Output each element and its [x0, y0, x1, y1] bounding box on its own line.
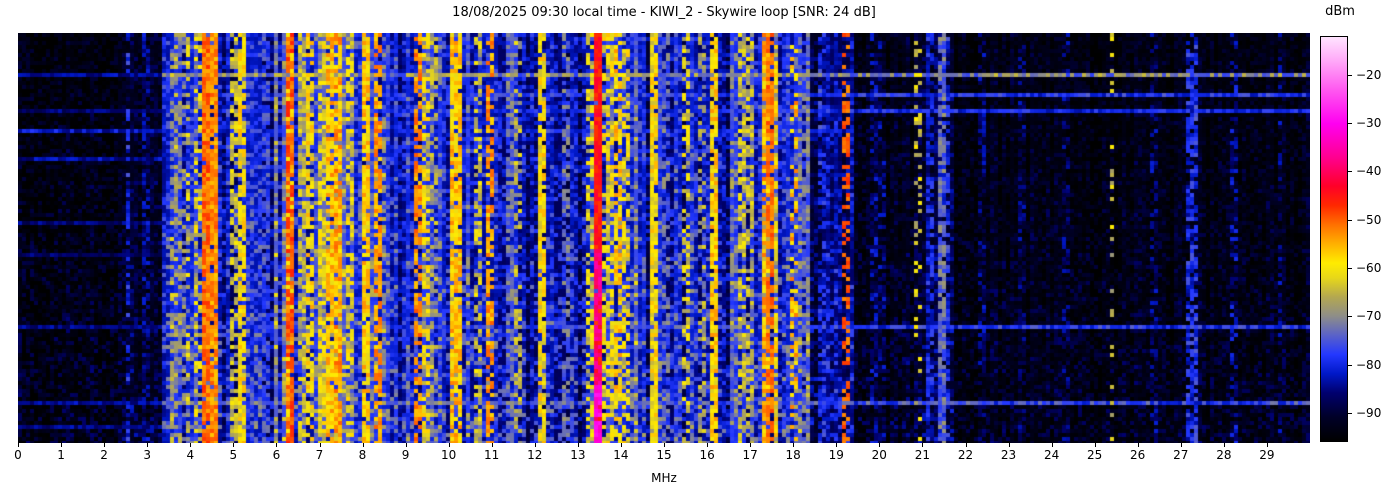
x-tick-mark [707, 443, 709, 447]
x-tick-label: 23 [1000, 448, 1017, 462]
x-tick-mark [1223, 443, 1225, 447]
x-tick-mark [405, 443, 407, 447]
x-tick-label: 27 [1173, 448, 1189, 462]
x-tick-label: 4 [186, 448, 195, 462]
x-tick-label: 26 [1130, 448, 1146, 462]
x-tick-mark [836, 443, 838, 447]
x-tick-label: 10 [441, 448, 457, 462]
x-tick-label: 5 [229, 448, 238, 462]
x-tick-label: 16 [699, 448, 715, 462]
x-tick-label: 25 [1087, 448, 1103, 462]
colorbar-tick-mark [1348, 74, 1352, 76]
colorbar-tick-label: −90 [1356, 406, 1382, 420]
x-tick-label: 18 [785, 448, 801, 462]
colorbar-tick-label: −80 [1356, 357, 1382, 372]
x-tick-mark [922, 443, 924, 447]
x-tick-mark [1051, 443, 1053, 447]
x-tick-label: 19 [828, 448, 844, 462]
x-tick-mark [1008, 443, 1010, 447]
x-tick-label: 7 [315, 448, 324, 462]
x-tick-label: 24 [1043, 448, 1060, 462]
x-tick-label: 8 [358, 448, 367, 462]
x-tick-mark [491, 443, 493, 447]
x-tick-mark [18, 443, 19, 447]
colorbar-tick-label: −20 [1356, 67, 1382, 82]
x-tick-label: 2 [100, 448, 108, 462]
x-tick-label: 9 [401, 448, 410, 462]
x-tick-label: 1 [57, 448, 65, 462]
x-tick-label: 6 [272, 448, 281, 462]
x-tick-label: 13 [570, 448, 586, 462]
x-axis-label: MHz [651, 471, 677, 485]
colorbar-gradient [1320, 36, 1348, 442]
colorbar-tick-label: −50 [1356, 212, 1382, 227]
x-tick-label: 14 [613, 448, 629, 462]
x-tick-mark [104, 443, 106, 447]
x-tick-mark [276, 443, 278, 447]
colorbar-tick-mark [1348, 123, 1352, 124]
chart-title: 18/08/2025 09:30 local time - KIWI_2 - S… [452, 5, 876, 20]
x-tick-mark [793, 443, 795, 447]
x-tick-mark [1266, 443, 1268, 447]
x-tick-label: 29 [1259, 448, 1275, 462]
colorbar-tick-mark [1348, 171, 1352, 173]
colorbar-unit-label: dBm [1325, 4, 1355, 19]
x-tick-mark [664, 443, 665, 447]
x-tick-mark [362, 443, 364, 447]
x-tick-label: 15 [656, 448, 672, 462]
x-tick-mark [1137, 443, 1139, 447]
x-tick-mark [620, 443, 622, 447]
colorbar-tick-mark [1348, 219, 1352, 221]
colorbar-tick-mark [1348, 364, 1352, 366]
colorbar-tick-mark [1348, 268, 1352, 269]
x-tick-mark [233, 443, 235, 447]
x-tick-label: 0 [14, 448, 22, 462]
x-tick-mark [965, 443, 967, 447]
x-tick-label: 12 [527, 448, 543, 462]
x-tick-mark [190, 443, 192, 447]
x-tick-label: 28 [1216, 448, 1232, 462]
x-tick-mark [1094, 443, 1096, 447]
x-tick-label: 21 [914, 448, 931, 462]
x-tick-label: 20 [871, 448, 887, 462]
colorbar-tick-label: −60 [1356, 261, 1382, 275]
x-tick-mark [879, 443, 881, 447]
x-tick-label: 17 [742, 448, 758, 462]
x-tick-mark [61, 443, 63, 447]
spectrogram-canvas [18, 33, 1310, 443]
waterfall-figure: 18/08/2025 09:30 local time - KIWI_2 - S… [0, 0, 1400, 500]
x-tick-mark [577, 443, 579, 447]
colorbar-tick-label: −70 [1356, 309, 1382, 324]
x-tick-label: 11 [484, 448, 500, 462]
x-tick-mark [750, 443, 752, 447]
colorbar-tick-label: −40 [1356, 164, 1382, 179]
x-tick-label: 3 [143, 448, 152, 462]
x-tick-mark [1180, 443, 1182, 447]
colorbar-tick-label: −30 [1356, 116, 1382, 130]
x-tick-mark [147, 443, 149, 447]
x-tick-mark [319, 443, 321, 447]
x-tick-label: 22 [957, 448, 974, 462]
colorbar-tick-mark [1348, 413, 1352, 414]
x-tick-mark [534, 443, 536, 447]
x-tick-mark [448, 443, 450, 447]
colorbar-tick-mark [1348, 316, 1352, 318]
